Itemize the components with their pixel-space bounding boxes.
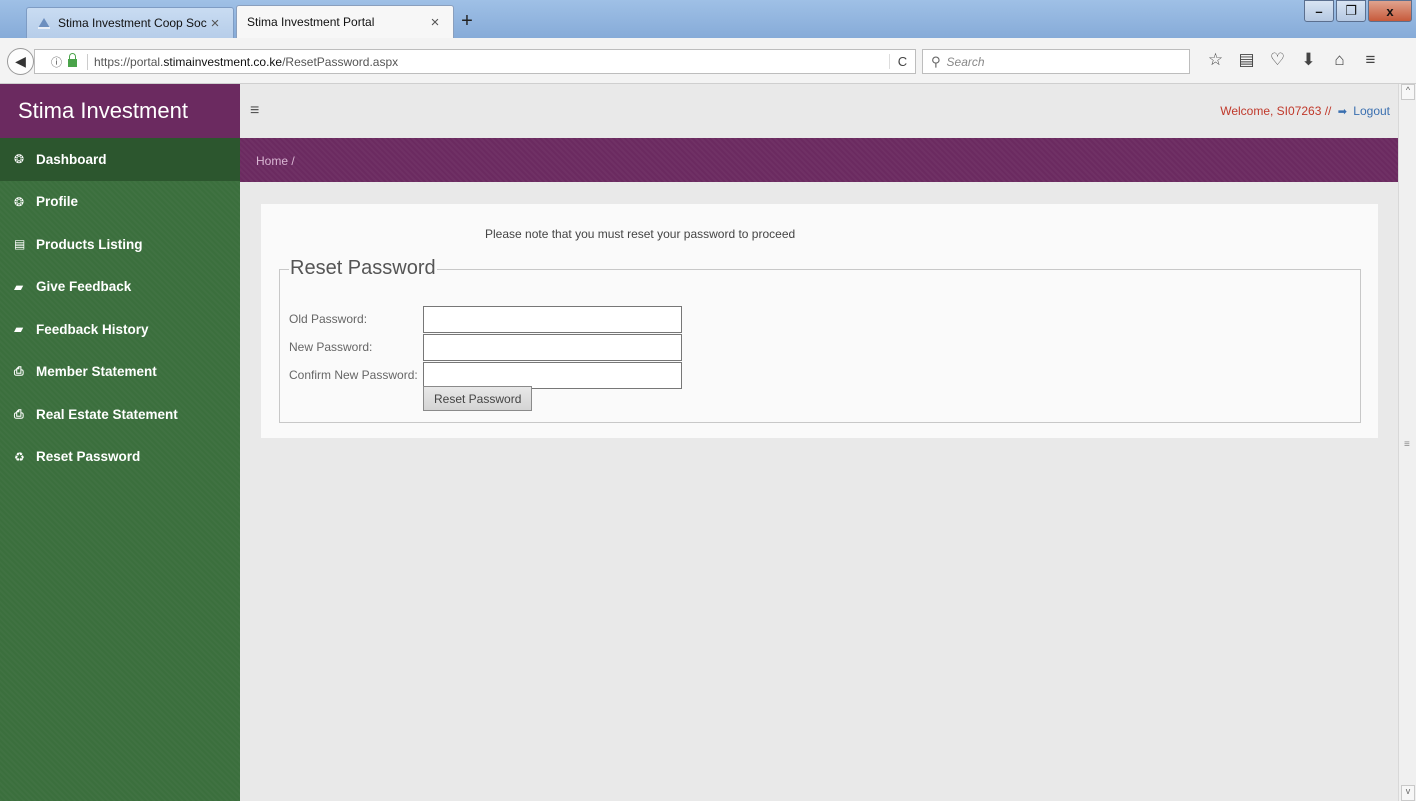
confirm-password-label: Confirm New Password:	[289, 368, 418, 382]
user-welcome: Welcome, SI07263 // ➡ Logout	[1220, 104, 1390, 118]
search-icon: ⚲	[931, 53, 941, 69]
pdf-file-icon: ⎙	[14, 406, 24, 421]
old-password-label: Old Password:	[289, 312, 368, 326]
page-scrollbar[interactable]: ^ ≡ v	[1398, 84, 1416, 801]
pdf-file-icon: ⎙	[14, 364, 24, 379]
restore-button[interactable]: ❐	[1336, 0, 1366, 22]
pocket-icon[interactable]: ♡	[1262, 50, 1293, 70]
old-password-row: Old Password:	[289, 305, 682, 333]
window-controls: – ❐ x	[1302, 0, 1412, 22]
url-domain: stimainvestment.co.ke	[163, 54, 283, 69]
fieldset-legend: Reset Password	[289, 257, 437, 280]
sidebar-item-label: Feedback History	[36, 321, 149, 337]
sidebar-item-label: Give Feedback	[36, 279, 132, 295]
url-text[interactable]: https://portal.stimainvestment.co.ke/Res…	[94, 55, 889, 69]
back-arrow-icon: ◀	[15, 53, 26, 69]
minimize-button[interactable]: –	[1304, 0, 1334, 22]
book-icon: ▰	[14, 279, 24, 294]
sidebar-item-dashboard[interactable]: ❂ Dashboard	[0, 138, 240, 181]
recycle-icon: ♻	[14, 449, 25, 464]
book-icon: ▰	[14, 322, 24, 337]
home-icon[interactable]: ⌂	[1324, 50, 1355, 70]
search-placeholder: Search	[946, 54, 985, 69]
browser-tab-bar: Stima Investment Coop Soci × Stima Inves…	[0, 0, 1416, 38]
browser-search-input[interactable]: ⚲ Search	[922, 49, 1190, 74]
tab-label: Stima Investment Portal	[247, 15, 375, 29]
reading-list-icon[interactable]: ▤	[1231, 50, 1262, 70]
confirm-password-field[interactable]	[423, 361, 682, 389]
sidebar-item-reset-password[interactable]: ♻ Reset Password	[0, 436, 240, 479]
list-icon: ▤	[14, 237, 26, 252]
url-prefix: https://portal.	[94, 54, 164, 69]
scroll-grip-icon[interactable]: ≡	[1404, 439, 1410, 450]
logout-icon: ➡	[1337, 106, 1347, 118]
back-button[interactable]: ◀	[7, 48, 34, 75]
reload-icon[interactable]: C	[889, 54, 915, 69]
url-separator	[87, 53, 88, 70]
sidebar-item-label: Real Estate Statement	[36, 406, 178, 422]
url-path: /ResetPassword.aspx	[282, 54, 399, 69]
sidebar: Stima Investment ❂ Dashboard ❂ Profile ▤…	[0, 84, 240, 801]
brand-title[interactable]: Stima Investment	[0, 84, 240, 138]
browser-tab-active[interactable]: Stima Investment Portal ×	[236, 5, 454, 38]
site-identity[interactable]: ⓘ	[35, 53, 87, 70]
sidebar-item-give-feedback[interactable]: ▰ Give Feedback	[0, 266, 240, 309]
lock-icon	[68, 53, 77, 67]
old-password-field[interactable]	[423, 305, 682, 333]
dashboard-icon: ❂	[14, 194, 25, 209]
tab-close-icon[interactable]: ×	[207, 15, 223, 32]
reset-password-button[interactable]: Reset Password	[423, 386, 533, 411]
site-favicon-icon	[37, 16, 51, 30]
tab-label: Stima Investment Coop Soci	[58, 16, 207, 30]
new-tab-button[interactable]: +	[457, 10, 477, 33]
sidebar-item-products-listing[interactable]: ▤ Products Listing	[0, 223, 240, 266]
breadcrumb[interactable]: Home /	[256, 154, 295, 168]
download-icon[interactable]: ⬇	[1293, 50, 1324, 70]
bookmark-star-icon[interactable]: ☆	[1200, 50, 1231, 70]
sidebar-item-feedback-history[interactable]: ▰ Feedback History	[0, 308, 240, 351]
new-password-label: New Password:	[289, 340, 373, 354]
scroll-up-icon[interactable]: ^	[1401, 84, 1415, 100]
reset-password-fieldset: Reset Password Old Password: New Passwor…	[279, 257, 1361, 423]
reset-password-panel: Please note that you must reset your pas…	[261, 204, 1378, 438]
address-bar[interactable]: ⓘ https://portal.stimainvestment.co.ke/R…	[34, 49, 916, 74]
sidebar-item-label: Reset Password	[36, 449, 141, 465]
browser-toolbar: ☆ ▤ ♡ ⬇ ⌂ ≡	[1200, 50, 1386, 70]
sidebar-item-label: Member Statement	[36, 364, 157, 380]
menu-icon[interactable]: ≡	[1355, 50, 1386, 70]
top-bar: ≡ Welcome, SI07263 // ➡ Logout	[240, 84, 1398, 138]
info-icon: ⓘ	[51, 56, 62, 69]
dashboard-icon: ❂	[14, 152, 25, 167]
browser-tab-inactive[interactable]: Stima Investment Coop Soci ×	[26, 7, 234, 38]
confirm-password-row: Confirm New Password:	[289, 361, 682, 389]
new-password-field[interactable]	[423, 333, 682, 361]
logout-link[interactable]: Logout	[1353, 104, 1390, 118]
breadcrumb-bar: Home /	[240, 138, 1398, 182]
close-window-button[interactable]: x	[1368, 0, 1412, 22]
tab-close-icon[interactable]: ×	[427, 14, 443, 31]
scroll-down-icon[interactable]: v	[1401, 785, 1415, 801]
sidebar-item-label: Dashboard	[36, 151, 107, 167]
new-password-row: New Password:	[289, 333, 682, 361]
sidebar-item-profile[interactable]: ❂ Profile	[0, 181, 240, 224]
sidebar-item-member-statement[interactable]: ⎙ Member Statement	[0, 351, 240, 394]
sidebar-item-real-estate-statement[interactable]: ⎙ Real Estate Statement	[0, 393, 240, 436]
sidebar-item-label: Profile	[36, 194, 79, 210]
hamburger-menu-icon[interactable]: ≡	[250, 102, 259, 120]
sidebar-item-label: Products Listing	[36, 236, 143, 252]
welcome-text: Welcome, SI07263 //	[1220, 104, 1332, 118]
browser-nav-bar: ◀ ⓘ https://portal.stimainvestment.co.ke…	[0, 38, 1416, 84]
reset-notice: Please note that you must reset your pas…	[485, 227, 796, 241]
